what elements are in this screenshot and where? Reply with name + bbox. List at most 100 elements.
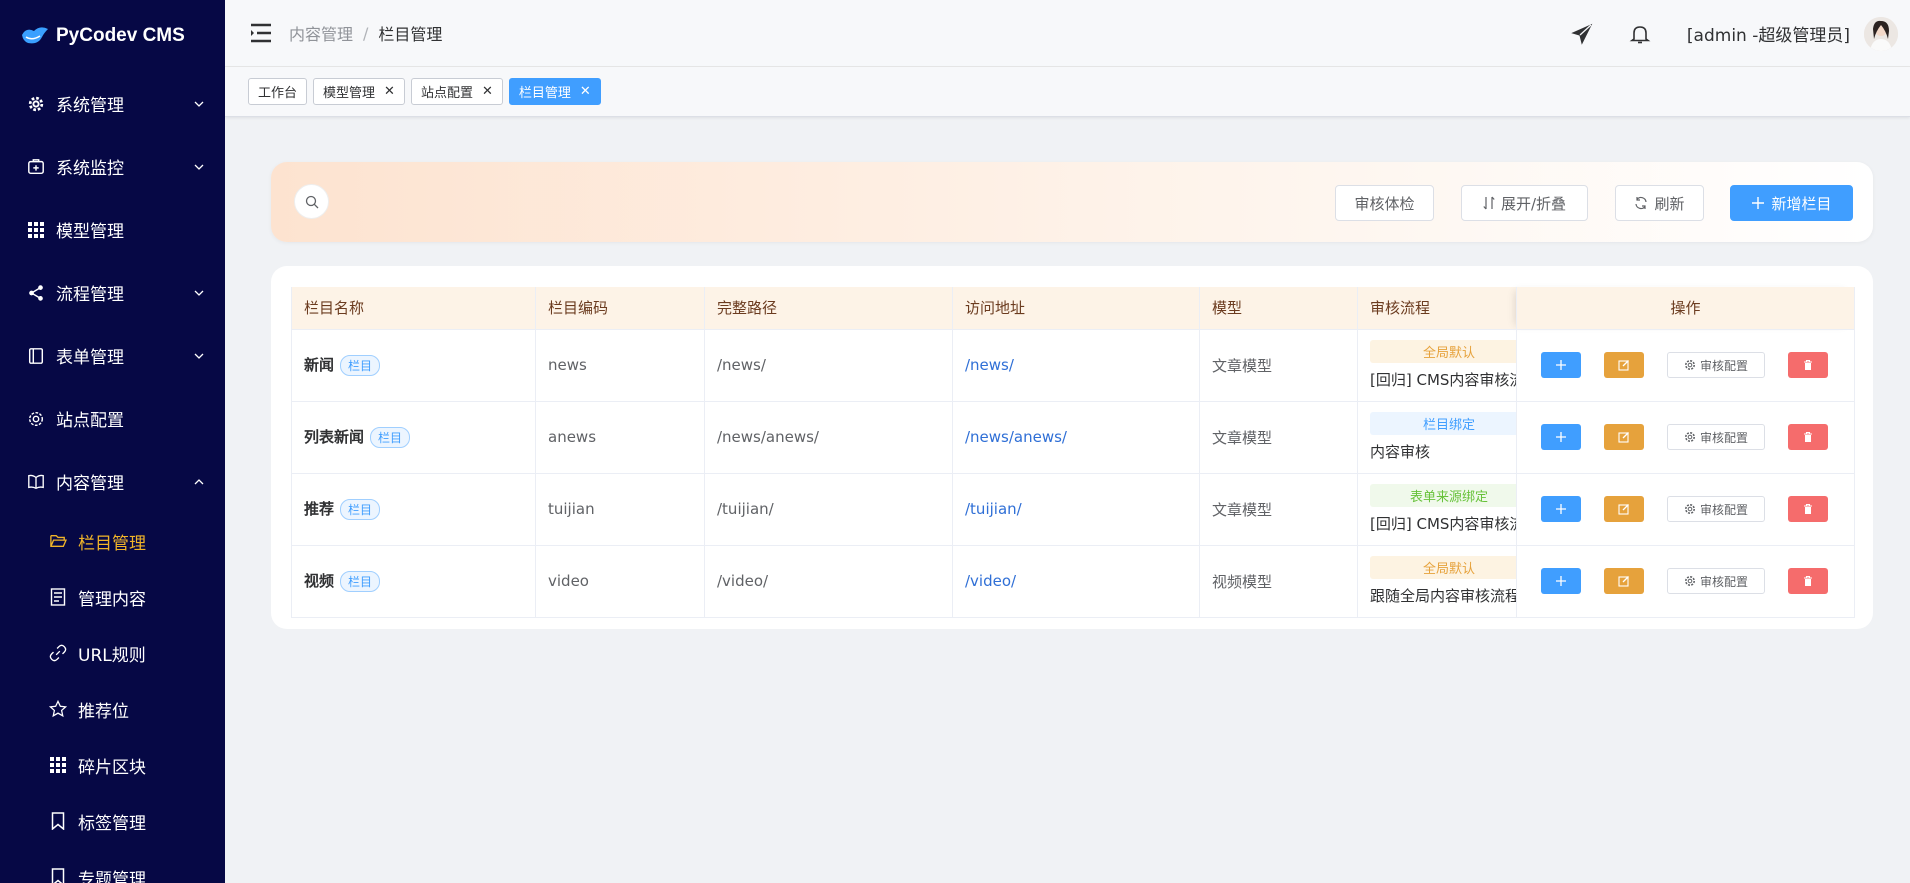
sidebar-item-label: 内容管理 (56, 474, 124, 494)
sidebar-subitem-recommend[interactable]: 推荐位 (0, 681, 225, 737)
column-header: 栏目编码 (535, 287, 705, 330)
delete-button[interactable] (1788, 568, 1828, 594)
sidebar-subitem-column-manage[interactable]: 栏目管理 (0, 513, 225, 569)
edit-icon (1618, 432, 1629, 443)
add-child-button[interactable] (1541, 568, 1581, 594)
send-icon[interactable] (1571, 23, 1593, 45)
user-name[interactable]: [admin -超级管理员] (1687, 21, 1850, 46)
sidebar-subitem-content[interactable]: 管理内容 (0, 569, 225, 625)
flow-tag: 表单来源绑定 (1370, 484, 1516, 507)
chevron-down-icon (194, 164, 204, 170)
sidebar-item-flow[interactable]: 流程管理 (0, 261, 225, 324)
chevron-down-icon (194, 290, 204, 296)
sidebar-menu: 系统管理 系统监控 模型管理 流程管理 表单管理 站点配置 内容管理 栏目管理 … (0, 72, 225, 883)
cell-code: video (535, 545, 705, 618)
table-card: 栏目名称 栏目编码 完整路径 访问地址 模型 审核流程 操作 新闻 栏目 news… (271, 266, 1873, 629)
search-button[interactable] (294, 184, 329, 219)
form-icon (26, 346, 46, 366)
tab-model-manage[interactable]: 模型管理 ✕ (313, 78, 405, 105)
cell-url-link[interactable]: /video/ (952, 545, 1200, 618)
menu-fold-icon[interactable] (249, 23, 273, 43)
settings-icon (26, 409, 46, 429)
audit-config-button[interactable]: 审核配置 (1667, 496, 1765, 522)
add-column-button[interactable]: 新增栏目 (1730, 185, 1853, 221)
share-icon (26, 283, 46, 303)
row-actions: 审核配置 (1517, 496, 1854, 522)
cell-path: /tuijian/ (704, 473, 953, 546)
add-child-button[interactable] (1541, 352, 1581, 378)
header-actions: [admin -超级管理员] (1571, 0, 1910, 67)
expand-collapse-button[interactable]: 展开/折叠 (1461, 185, 1588, 221)
delete-button[interactable] (1788, 424, 1828, 450)
table-row: 视频 栏目 video /video/ /video/ 视频模型 全局默认 跟随全… (291, 545, 1855, 618)
column-name[interactable]: 列表新闻 (304, 428, 364, 446)
cell-operations: 审核配置 (1516, 329, 1855, 402)
bookmark-icon (48, 811, 68, 831)
delete-button[interactable] (1788, 352, 1828, 378)
cell-code: news (535, 329, 705, 402)
sidebar-item-form[interactable]: 表单管理 (0, 324, 225, 387)
audit-config-button[interactable]: 审核配置 (1667, 424, 1765, 450)
edit-button[interactable] (1604, 496, 1644, 522)
grid-icon (48, 755, 68, 775)
sidebar-item-system[interactable]: 系统管理 (0, 72, 225, 135)
close-icon[interactable]: ✕ (482, 84, 493, 99)
sidebar-item-site-config[interactable]: 站点配置 (0, 387, 225, 450)
column-name[interactable]: 新闻 (304, 356, 334, 374)
bell-icon[interactable] (1629, 23, 1651, 45)
row-actions: 审核配置 (1517, 352, 1854, 378)
button-label: 审核体检 (1354, 194, 1415, 213)
refresh-button[interactable]: 刷新 (1615, 185, 1704, 221)
plus-icon (1752, 197, 1765, 209)
flow-text: [回归] CMS内容审核流程 (1370, 515, 1516, 533)
sidebar-subitem-label: 栏目管理 (78, 533, 146, 554)
edit-button[interactable] (1604, 568, 1644, 594)
table-header-row: 栏目名称 栏目编码 完整路径 访问地址 模型 审核流程 操作 (291, 287, 1855, 330)
column-header: 栏目名称 (291, 287, 536, 330)
app-logo[interactable]: PyCodev CMS (0, 0, 225, 72)
whale-logo-icon (22, 27, 48, 44)
audit-config-button[interactable]: 审核配置 (1667, 568, 1765, 594)
cell-url-link[interactable]: /news/ (952, 329, 1200, 402)
cell-url-link[interactable]: /news/anews/ (952, 401, 1200, 474)
link-icon (48, 643, 68, 663)
button-label: 审核配置 (1699, 502, 1748, 517)
cell-name: 视频 栏目 (291, 545, 536, 618)
tab-site-config[interactable]: 站点配置 ✕ (410, 78, 503, 105)
trash-icon (1804, 359, 1812, 370)
sidebar-subitem-url-rule[interactable]: URL规则 (0, 625, 225, 681)
flow-tag: 全局默认 (1370, 340, 1516, 363)
cell-code: anews (535, 401, 705, 474)
cell-flow: 栏目绑定 内容审核 (1357, 401, 1517, 474)
breadcrumb-current: 栏目管理 (378, 25, 443, 44)
edit-button[interactable] (1604, 352, 1644, 378)
cell-path: /video/ (704, 545, 953, 618)
avatar[interactable] (1864, 16, 1898, 51)
close-icon[interactable]: ✕ (580, 84, 591, 99)
sidebar-item-monitor[interactable]: 系统监控 (0, 135, 225, 198)
sidebar-subitem-tag[interactable]: 标签管理 (0, 793, 225, 849)
audit-config-button[interactable]: 审核配置 (1667, 352, 1765, 378)
trash-icon (1804, 575, 1812, 586)
tab-workbench[interactable]: 工作台 (248, 78, 308, 105)
sidebar-item-content[interactable]: 内容管理 (0, 450, 225, 513)
close-icon[interactable]: ✕ (384, 84, 395, 99)
cell-url-link[interactable]: /tuijian/ (952, 473, 1200, 546)
sidebar-subitem-fragment[interactable]: 碎片区块 (0, 737, 225, 793)
sort-icon (1483, 196, 1495, 210)
tabs-bar: 工作台 模型管理 ✕ 站点配置 ✕ 栏目管理 ✕ (225, 67, 1910, 117)
sidebar-subitem-topic[interactable]: 专题管理 (0, 849, 225, 883)
column-name[interactable]: 推荐 (304, 500, 334, 518)
bookmark-icon (48, 867, 68, 883)
breadcrumb-item[interactable]: 内容管理 (289, 21, 353, 45)
add-child-button[interactable] (1541, 496, 1581, 522)
add-child-button[interactable] (1541, 424, 1581, 450)
sidebar-item-model[interactable]: 模型管理 (0, 198, 225, 261)
column-name[interactable]: 视频 (304, 572, 334, 590)
grid-icon (26, 220, 46, 240)
edit-button[interactable] (1604, 424, 1644, 450)
delete-button[interactable] (1788, 496, 1828, 522)
cell-operations: 审核配置 (1516, 545, 1855, 618)
tab-column-manage[interactable]: 栏目管理 ✕ (508, 78, 601, 105)
audit-check-button[interactable]: 审核体检 (1335, 185, 1434, 221)
